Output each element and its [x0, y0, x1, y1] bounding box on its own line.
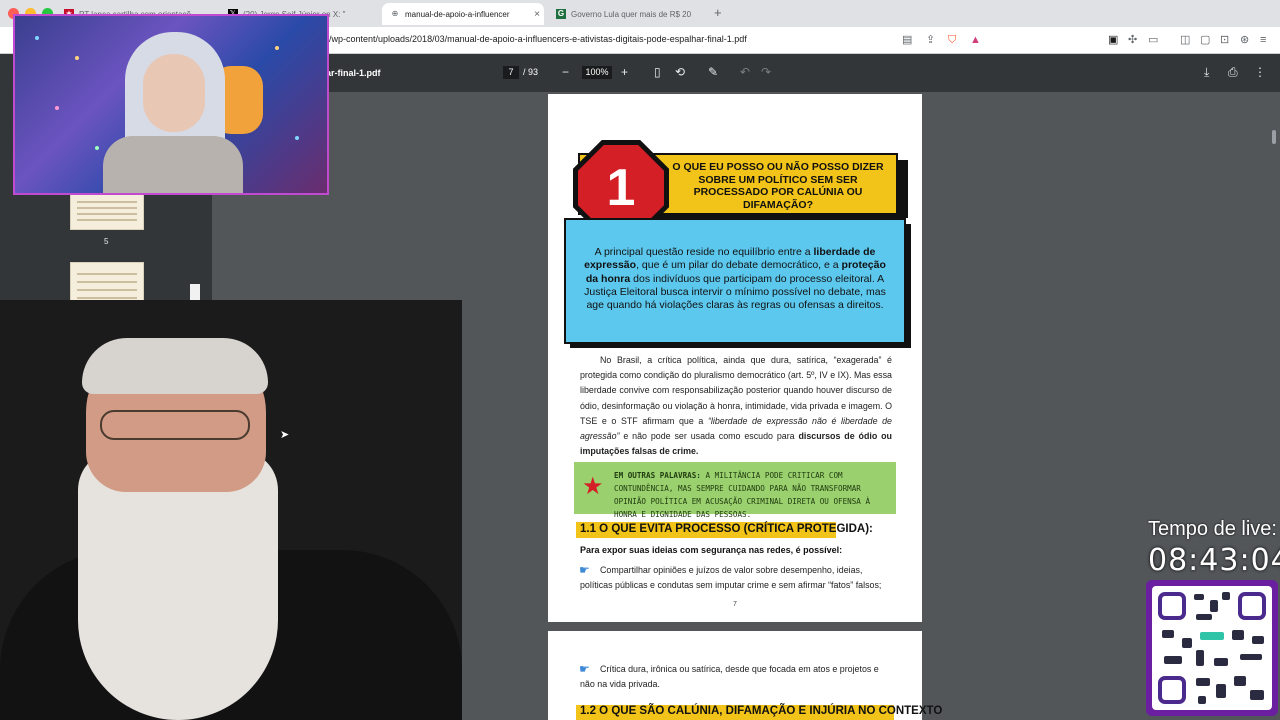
rotate-icon[interactable]: ⟲ [675, 65, 685, 79]
viewer-scrollbar[interactable] [1272, 130, 1276, 144]
print-icon[interactable]: ⎙ [1228, 65, 1238, 79]
qr-finder [1158, 592, 1186, 620]
section-heading-1-2: 1.2 O QUE SÃO CALÚNIA, DIFAMAÇÃO E INJÚR… [580, 705, 943, 717]
extension-icon[interactable]: ▣ [1108, 34, 1118, 46]
page-footer-number: 7 [733, 601, 737, 608]
body-text: e não pode ser usada como escudo para [619, 431, 799, 442]
more-options-icon[interactable]: ⋮ [1254, 65, 1266, 79]
zoom-out-button[interactable]: − [562, 65, 569, 79]
redo-icon[interactable]: ↷ [761, 65, 771, 79]
question-heading: O QUE EU POSSO OU NÃO POSSO DIZER SOBRE … [672, 161, 884, 211]
person-face [143, 54, 205, 132]
page-number-input[interactable]: 7 [503, 66, 519, 79]
vpn-icon[interactable]: ⊛ [1240, 34, 1249, 46]
undo-icon[interactable]: ↶ [740, 65, 750, 79]
webcam-overlay-host [0, 300, 462, 720]
person-hair [82, 338, 268, 394]
fit-page-icon[interactable]: ▯ [654, 65, 661, 79]
screenshot-icon[interactable]: ⊡ [1220, 34, 1229, 46]
mouse-cursor-icon: ➤ [280, 429, 290, 441]
url-field[interactable]: r/wp-content/uploads/2018/03/manual-de-a… [326, 34, 747, 44]
tab-manual-pdf[interactable]: ⊕ manual-de-apoio-a-influencer × [382, 3, 544, 25]
tab-search-icon[interactable]: ▢ [1200, 34, 1210, 46]
thumbnail-label: 5 [104, 237, 109, 246]
bullet-item: Crítica dura, irônica ou satírica, desde… [580, 664, 879, 689]
section-heading-1-1: 1.1 O QUE EVITA PROCESSO (CRÍTICA PROTEG… [580, 523, 873, 535]
intro-text: A principal questão reside no equilíbrio… [582, 246, 888, 312]
person-glasses [100, 410, 250, 440]
share-icon[interactable]: ⇪ [926, 34, 935, 46]
reader-icon[interactable]: ▤ [902, 34, 912, 46]
sidebar-toggle-icon[interactable]: ◫ [1180, 34, 1190, 46]
g-favicon-icon: G [556, 9, 566, 19]
callout-lead: EM OUTRAS PALAVRAS: [614, 471, 701, 480]
pdf-filename: ar-final-1.pdf [326, 68, 381, 78]
person-body [103, 136, 243, 193]
menu-icon[interactable]: ≡ [1260, 34, 1266, 46]
wallet-icon[interactable]: ▭ [1148, 34, 1158, 46]
intro-part: , que é um pilar do debate democrático, … [636, 259, 842, 272]
intro-part: A principal questão reside no equilíbrio… [594, 246, 814, 258]
new-tab-button[interactable]: + [714, 5, 722, 20]
body-paragraph: No Brasil, a crítica política, ainda que… [580, 353, 892, 459]
webcam-overlay-guest [13, 14, 329, 195]
globe-icon: ⊕ [391, 9, 399, 18]
expose-line: Para expor suas ideias com segurança nas… [580, 545, 843, 555]
annotate-icon[interactable]: ✎ [708, 65, 718, 79]
zoom-in-button[interactable]: + [621, 65, 628, 79]
qr-code [1146, 580, 1278, 716]
qr-code-inner [1152, 586, 1272, 710]
tab-title: Governo Lula quer mais de R$ 20 [571, 9, 692, 19]
page-thumbnail-5[interactable] [70, 192, 144, 230]
qr-finder [1158, 676, 1186, 704]
tab-governo-lula[interactable]: G Governo Lula quer mais de R$ 20 [548, 3, 708, 25]
zoom-input[interactable]: 100% [582, 66, 612, 79]
tab-title: manual-de-apoio-a-influencer [405, 9, 510, 19]
brave-shield-icon[interactable]: ⛉ [948, 34, 956, 46]
download-icon[interactable]: ⤓ [1204, 65, 1209, 79]
live-timer-label: Tempo de live: [1148, 518, 1277, 540]
live-timer-value: 08:43:04 [1148, 543, 1280, 578]
close-tab-icon[interactable]: × [530, 9, 544, 20]
star-icon: ★ [582, 473, 604, 500]
bullet-item: Compartilhar opiniões e juízos de valor … [580, 565, 882, 590]
rewards-icon[interactable]: ▲ [970, 34, 981, 46]
puzzle-icon[interactable]: ✣ [1128, 34, 1137, 46]
callout-text: EM OUTRAS PALAVRAS: A MILITÂNCIA PODE CR… [614, 469, 890, 521]
intro-part: dos indivíduos que participam do process… [584, 272, 886, 312]
qr-finder [1238, 592, 1266, 620]
page-total: / 93 [523, 67, 539, 77]
